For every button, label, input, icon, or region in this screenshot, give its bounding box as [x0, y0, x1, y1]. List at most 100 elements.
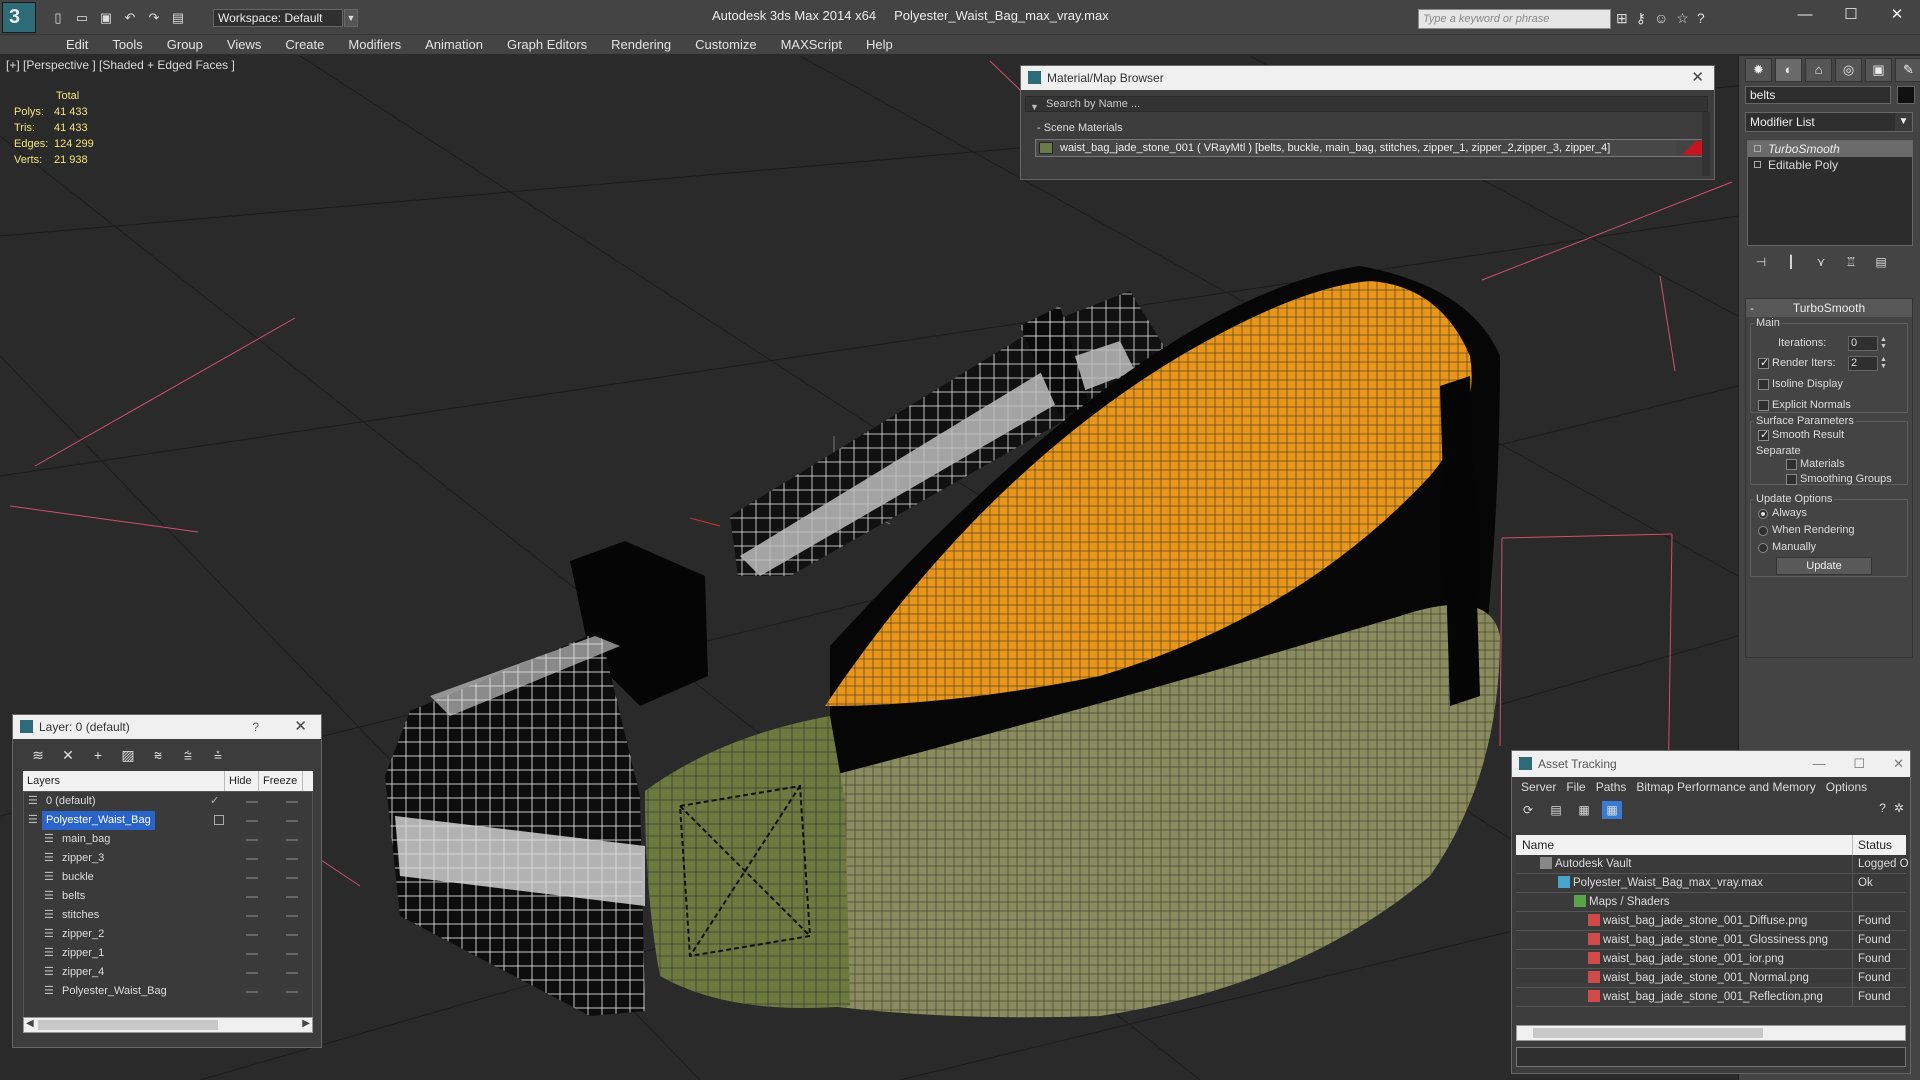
iterations-spinner[interactable]: 0	[1848, 336, 1878, 351]
active-layer-check-icon[interactable]: ✓	[210, 792, 219, 811]
menu-views[interactable]: Views	[215, 35, 273, 54]
minimize-icon[interactable]: —	[1782, 0, 1828, 32]
asset-row[interactable]: waist_bag_jade_stone_001_ior.png Found	[1516, 950, 1906, 969]
motion-tab-icon[interactable]: ◎	[1835, 58, 1862, 82]
asset-row[interactable]: waist_bag_jade_stone_001_Reflection.png F…	[1516, 988, 1906, 1007]
menu-animation[interactable]: Animation	[413, 35, 495, 54]
freeze-toggle[interactable]	[286, 858, 298, 860]
app-logo-button[interactable]: 3	[2, 2, 36, 33]
make-unique-icon[interactable]: ⋎	[1811, 252, 1831, 272]
undo-icon[interactable]: ↶	[120, 9, 140, 27]
light-bulb-icon[interactable]	[1754, 145, 1761, 152]
layer-object-row[interactable]: ☰ main_bag	[24, 830, 312, 849]
smooth-result-checkbox[interactable]	[1758, 428, 1769, 441]
asset-row[interactable]: waist_bag_jade_stone_001_Diffuse.png Foun…	[1516, 912, 1906, 931]
hide-toggle[interactable]	[246, 953, 258, 955]
scroll-thumb[interactable]	[38, 1020, 218, 1030]
help-icon[interactable]: ?	[1697, 10, 1705, 27]
layer-horizontal-scrollbar[interactable]: ◀ ▶	[23, 1017, 313, 1033]
hierarchy-tab-icon[interactable]: ⌂	[1805, 58, 1832, 82]
modifier-stack-item[interactable]: Editable Poly	[1748, 157, 1912, 173]
display-tab-icon[interactable]: ▣	[1865, 58, 1892, 82]
minimize-icon[interactable]: —	[1812, 751, 1825, 777]
workspace-dropdown-arrow-icon[interactable]: ▼	[344, 9, 358, 27]
pin-stack-icon[interactable]: ⊣	[1751, 252, 1771, 272]
modifier-stack-item[interactable]: TurboSmooth	[1748, 141, 1912, 157]
hide-toggle[interactable]	[246, 991, 258, 993]
hide-toggle[interactable]	[246, 877, 258, 879]
help-icon[interactable]: ?	[252, 715, 259, 739]
viewport-label[interactable]: [+] [Perspective ] [Shaded + Edged Faces…	[6, 58, 235, 72]
layer-object-row[interactable]: ☰ buckle	[24, 868, 312, 887]
close-icon[interactable]: ✕	[1874, 0, 1920, 32]
layer-object-row[interactable]: ☰ belts	[24, 887, 312, 906]
user-icon[interactable]: ☺	[1654, 10, 1668, 27]
close-icon[interactable]: ✕	[1691, 66, 1704, 90]
asset-menu-paths[interactable]: Paths	[1591, 777, 1632, 797]
layer-object-row[interactable]: ☰ zipper_1	[24, 944, 312, 963]
asset-menu-bitmap-performance-and-memory[interactable]: Bitmap Performance and Memory	[1631, 777, 1820, 797]
asset-horizontal-scrollbar[interactable]	[1516, 1025, 1906, 1041]
asset-row[interactable]: waist_bag_jade_stone_001_Glossiness.png F…	[1516, 931, 1906, 950]
render-iters-spinner[interactable]: 2	[1848, 356, 1878, 371]
object-name-field[interactable]: belts	[1745, 86, 1891, 104]
asset-menu-file[interactable]: File	[1561, 777, 1590, 797]
spinner-arrows-icon[interactable]: ▲ ▼	[1880, 336, 1888, 351]
refresh-icon[interactable]: ⟳	[1518, 801, 1538, 819]
scene-materials-section[interactable]: - Scene Materials	[1027, 120, 1703, 136]
redo-icon[interactable]: ↷	[144, 9, 164, 27]
menu-group[interactable]: Group	[155, 35, 215, 54]
freeze-toggle[interactable]	[286, 972, 298, 974]
menu-create[interactable]: Create	[273, 35, 336, 54]
table-view-icon[interactable]: ▦	[1602, 801, 1622, 819]
menu-help[interactable]: Help	[854, 35, 905, 54]
layer-object-row[interactable]: ☰ zipper_2	[24, 925, 312, 944]
freeze-column-header[interactable]: Freeze	[259, 771, 303, 791]
layer-object-row[interactable]: ☰ zipper_4	[24, 963, 312, 982]
close-icon[interactable]: ✕	[1893, 751, 1904, 777]
hide-toggle[interactable]	[246, 801, 258, 803]
scroll-thumb[interactable]	[1533, 1028, 1763, 1038]
freeze-toggle[interactable]	[286, 915, 298, 917]
remove-modifier-icon[interactable]: ♖	[1841, 252, 1861, 272]
freeze-toggle[interactable]	[286, 801, 298, 803]
create-layer-icon[interactable]: ≋	[27, 745, 49, 765]
hide-toggle[interactable]	[246, 820, 258, 822]
asset-row[interactable]: Polyester_Waist_Bag_max_vray.max Ok	[1516, 874, 1906, 893]
modify-tab-icon[interactable]: ◐	[1775, 58, 1802, 82]
rollout-title[interactable]: - TurboSmooth	[1746, 299, 1912, 317]
update-button[interactable]: Update	[1776, 557, 1872, 575]
isoline-display-checkbox[interactable]	[1758, 379, 1769, 390]
hide-toggle[interactable]	[246, 934, 258, 936]
menu-graph-editors[interactable]: Graph Editors	[495, 35, 599, 54]
hide-column-header[interactable]: Hide	[225, 771, 259, 791]
keyword-search-input[interactable]: Type a keyword or phrase	[1418, 9, 1611, 29]
freeze-toggle[interactable]	[286, 896, 298, 898]
new-file-icon[interactable]: ▯	[48, 9, 68, 27]
settings-icon[interactable]: ✲	[1894, 801, 1904, 815]
thumbnail-view-icon[interactable]: ▦	[1574, 801, 1594, 819]
select-objects-icon[interactable]: ▨	[117, 745, 139, 765]
separate-smoothing-groups-checkbox[interactable]	[1786, 474, 1797, 485]
list-view-icon[interactable]: ▤	[1546, 801, 1566, 819]
layer-object-row[interactable]: ☰ stitches	[24, 906, 312, 925]
freeze-toggle[interactable]	[286, 877, 298, 879]
freeze-toggle[interactable]	[286, 934, 298, 936]
workspace-dropdown[interactable]: Workspace: Default	[213, 9, 343, 27]
status-column-header[interactable]: Status	[1852, 835, 1892, 855]
update-always-radio[interactable]	[1758, 509, 1768, 519]
material-row[interactable]: waist_bag_jade_stone_001 ( VRayMtl ) [be…	[1035, 139, 1709, 157]
update-manually-radio[interactable]	[1758, 543, 1768, 553]
hide-toggle[interactable]	[246, 858, 258, 860]
freeze-all-icon[interactable]: ⩮	[207, 745, 229, 765]
asset-menu-server[interactable]: Server	[1516, 777, 1561, 797]
asset-row[interactable]: Maps / Shaders	[1516, 893, 1906, 912]
menu-customize[interactable]: Customize	[683, 35, 768, 54]
maximize-icon[interactable]: ☐	[1853, 751, 1865, 777]
scroll-right-icon[interactable]: ▶	[302, 1018, 310, 1029]
asset-row[interactable]: waist_bag_jade_stone_001_Normal.png Found	[1516, 969, 1906, 988]
scroll-left-icon[interactable]: ◀	[26, 1018, 34, 1029]
search-options-icon[interactable]: ▼	[1030, 100, 1039, 114]
create-tab-icon[interactable]: ✹	[1745, 58, 1772, 82]
help-icon[interactable]: ?	[1879, 801, 1886, 815]
